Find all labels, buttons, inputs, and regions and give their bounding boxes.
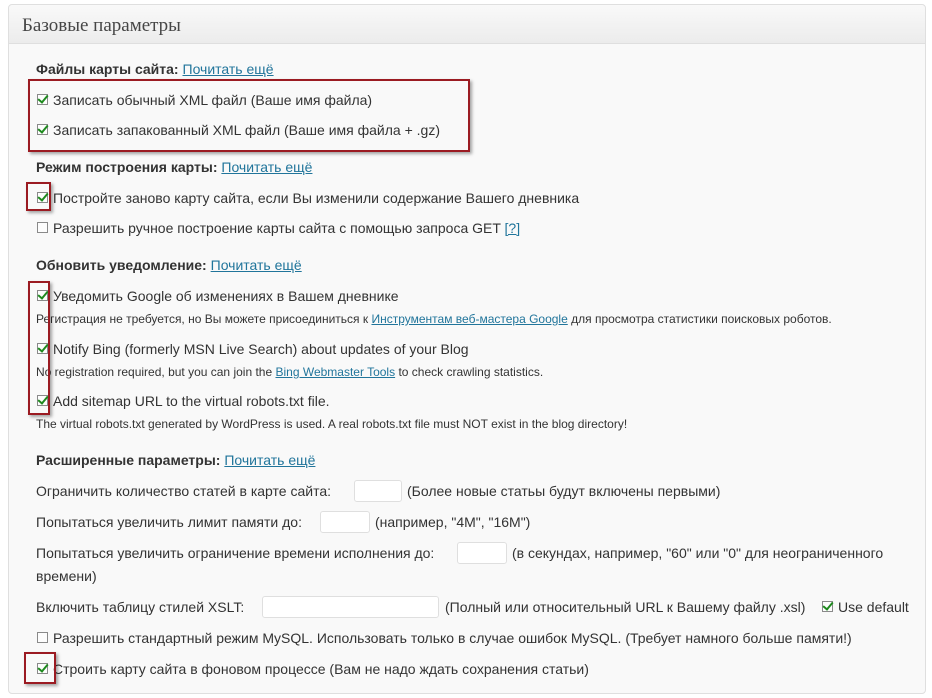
panel-title: Базовые параметры (22, 15, 181, 36)
google-webmaster-link[interactable]: Инструментам веб-мастера Google (371, 312, 567, 326)
limit-posts-note: (Более новые статьы будут включены первы… (407, 483, 721, 499)
use-default-checkbox[interactable] (822, 601, 833, 612)
memory-note: (например, "4M", "16M") (375, 514, 531, 530)
section-heading: Файлы карты сайта: (36, 61, 179, 77)
xslt-label: Включить таблицу стилей XSLT: (36, 599, 245, 615)
desc-text: Регистрация не требуется, но Вы можете п… (36, 312, 369, 326)
mysql-checkbox[interactable] (37, 632, 48, 643)
desc-text: для просмотра статистики поисковых робот… (571, 312, 832, 326)
manual-row: Разрешить ручное построение карты сайта … (53, 220, 520, 236)
panel-header: Базовые параметры (9, 5, 925, 44)
read-more-link[interactable]: Почитать ещё (224, 452, 315, 468)
section-sitemap-files: Файлы карты сайта: Почитать ещё (36, 61, 274, 77)
manual-label: Разрешить ручное построение карты сайта … (53, 220, 501, 236)
read-more-link[interactable]: Почитать ещё (183, 61, 274, 77)
google-label: Уведомить Google об изменениях в Вашем д… (53, 288, 399, 304)
background-label: Строить карту сайта в фоновом процессе (… (53, 661, 589, 677)
bing-webmaster-link[interactable]: Bing Webmaster Tools (275, 365, 395, 379)
section-build-mode: Режим построения карты: Почитать ещё (36, 159, 312, 175)
section-advanced: Расширенные параметры: Почитать ещё (36, 452, 315, 468)
time-note-cont: времени) (36, 568, 97, 584)
desc-text: to check crawling statistics. (398, 365, 544, 379)
xslt-note: (Полный или относительный URL к Вашему ф… (445, 599, 806, 615)
read-more-link[interactable]: Почитать ещё (221, 159, 312, 175)
limit-posts-label: Ограничить количество статей в карте сай… (36, 483, 332, 499)
bing-label: Notify Bing (formerly MSN Live Search) a… (53, 341, 469, 357)
mysql-label: Разрешить стандартный режим MySQL. Испол… (53, 630, 852, 646)
highlight-box (28, 79, 470, 152)
time-note: (в секундах, например, "60" или "0" для … (512, 545, 884, 561)
rebuild-label: Постройте заново карту сайта, если Вы из… (53, 190, 580, 206)
limit-posts-input[interactable] (354, 480, 402, 502)
robots-label: Add sitemap URL to the virtual robots.tx… (53, 393, 330, 409)
google-description: Регистрация не требуется, но Вы можете п… (36, 312, 832, 326)
section-heading: Обновить уведомление: (36, 257, 207, 273)
bing-description: No registration required, but you can jo… (36, 365, 543, 379)
read-more-link[interactable]: Почитать ещё (211, 257, 302, 273)
time-input[interactable] (457, 542, 507, 564)
highlight-box (26, 182, 51, 211)
memory-label: Попытаться увеличить лимит памяти до: (36, 514, 302, 530)
desc-text: No registration required, but you can jo… (36, 365, 273, 379)
highlight-box (28, 281, 50, 415)
help-link[interactable]: [?] (505, 220, 521, 236)
use-default-label: Use default (838, 599, 909, 615)
memory-input[interactable] (320, 511, 370, 533)
section-heading: Расширенные параметры: (36, 452, 221, 468)
section-notify: Обновить уведомление: Почитать ещё (36, 257, 302, 273)
manual-checkbox[interactable] (37, 222, 48, 233)
xslt-input[interactable] (262, 596, 439, 618)
robots-description: The virtual robots.txt generated by Word… (36, 417, 628, 431)
highlight-box (24, 652, 56, 684)
section-heading: Режим построения карты: (36, 159, 218, 175)
time-label: Попытаться увеличить ограничение времени… (36, 545, 435, 561)
